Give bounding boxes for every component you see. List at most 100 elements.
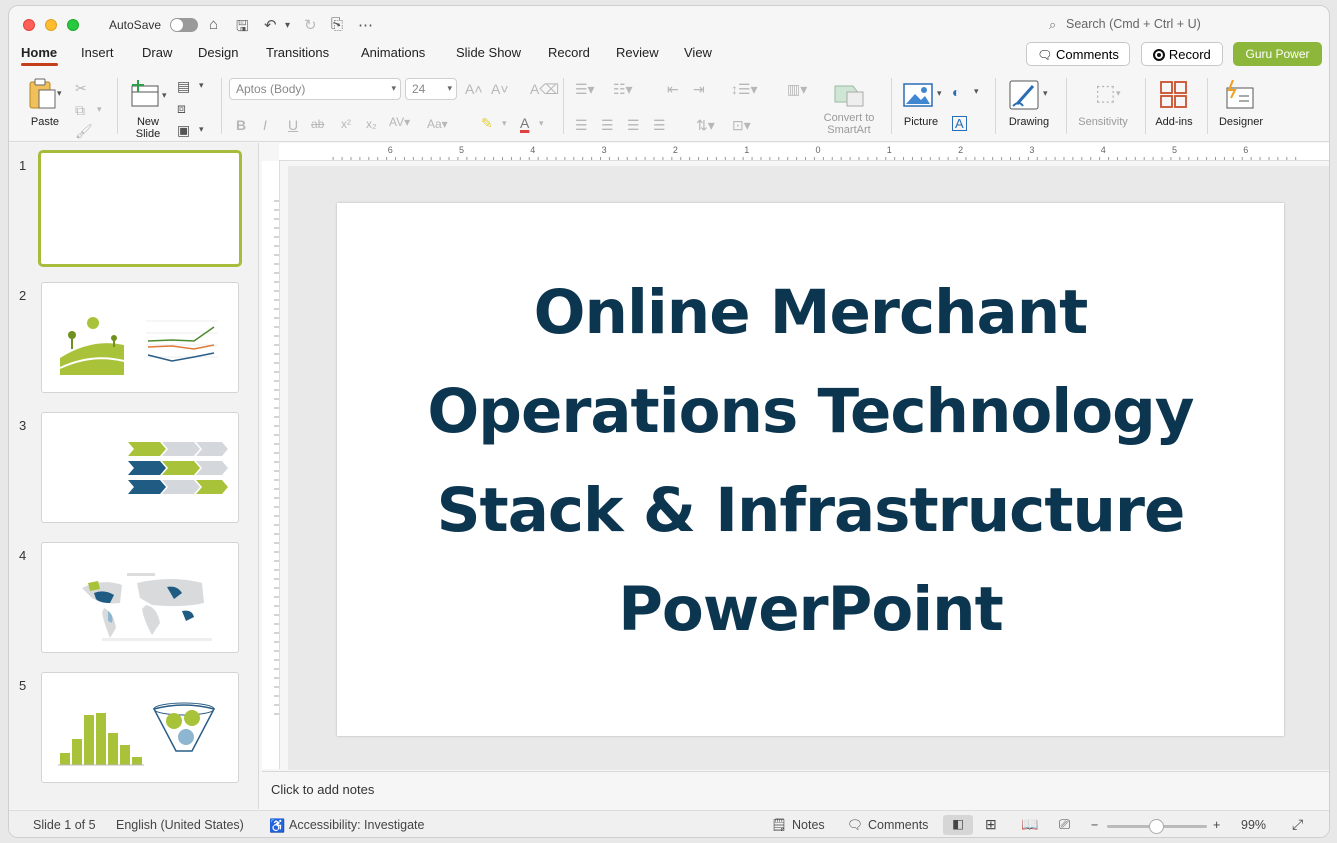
slide-thumbnail-2[interactable] [41, 282, 239, 393]
redo-icon[interactable]: ↻ [304, 16, 317, 34]
tab-design[interactable]: Design [198, 45, 238, 60]
decrease-indent-icon[interactable]: ⇤ [667, 81, 679, 98]
guru-power-button[interactable]: Guru Power [1233, 42, 1322, 66]
layout-dropdown-icon[interactable]: ▾ [199, 80, 204, 91]
tab-draw[interactable]: Draw [142, 45, 172, 60]
highlight-icon[interactable]: ✎ [481, 115, 493, 132]
justify-icon[interactable]: ☰ [653, 117, 666, 134]
save-icon[interactable]: 🖫 [236, 16, 249, 41]
align-right-icon[interactable]: ☰ [627, 117, 640, 134]
bullets-icon[interactable]: ☰▾ [575, 81, 595, 98]
bold-icon[interactable]: B [236, 117, 246, 133]
shapes-icon[interactable]: ◐ [952, 84, 960, 100]
undo-icon[interactable]: ↶ [264, 16, 277, 34]
add-ins-button[interactable]: Add-ins [1149, 76, 1199, 132]
picture-button[interactable]: Picture [899, 76, 943, 132]
normal-view-icon[interactable]: ◧ [943, 815, 973, 835]
comments-button[interactable]: 🗨 Comments [1026, 42, 1130, 66]
search-input[interactable]: Search (Cmd + Ctrl + U) [1066, 17, 1201, 31]
align-text-icon[interactable]: ⊡▾ [732, 117, 751, 134]
current-slide[interactable]: Online Merchant Operations Technology St… [337, 203, 1284, 736]
align-left-icon[interactable]: ☰ [575, 117, 588, 134]
text-box-icon[interactable]: A [952, 116, 967, 131]
section-dropdown-icon[interactable]: ▾ [199, 124, 204, 135]
slideshow-icon[interactable]: ⎚ [1059, 816, 1070, 833]
slide-thumbnail-1[interactable] [38, 150, 242, 267]
italic-icon[interactable]: I [263, 117, 267, 133]
tab-transitions[interactable]: Transitions [266, 45, 329, 60]
accessibility-status[interactable]: Accessibility: Investigate [289, 818, 424, 832]
numbering-icon[interactable]: ☷▾ [613, 81, 633, 98]
zoom-in-icon[interactable]: + [1213, 818, 1220, 832]
record-button[interactable]: Record [1141, 42, 1223, 66]
strikethrough-icon[interactable]: ab [311, 117, 324, 131]
picture-dropdown-icon[interactable]: ▾ [937, 88, 942, 99]
paste-dropdown-icon[interactable]: ▾ [57, 88, 62, 99]
home-icon[interactable]: ⌂ [209, 16, 218, 33]
sensitivity-dropdown-icon[interactable]: ▾ [1116, 88, 1121, 99]
undo-dropdown-icon[interactable]: ▾ [285, 20, 290, 31]
tab-insert[interactable]: Insert [81, 45, 114, 60]
convert-to-smartart-button[interactable]: Convert to SmartArt [817, 80, 881, 138]
zoom-level[interactable]: 99% [1241, 818, 1266, 832]
tab-animations[interactable]: Animations [361, 45, 425, 60]
tab-home[interactable]: Home [21, 45, 57, 60]
new-slide-dropdown-icon[interactable]: ▾ [162, 90, 167, 101]
drawing-dropdown-icon[interactable]: ▾ [1043, 88, 1048, 99]
highlight-dropdown-icon[interactable]: ▾ [502, 118, 507, 129]
tab-review[interactable]: Review [616, 45, 659, 60]
drawing-button[interactable]: Drawing [1003, 76, 1055, 132]
copy-dropdown-icon[interactable]: ▾ [97, 104, 102, 115]
new-slide-button[interactable]: New Slide [125, 76, 171, 140]
font-name-select[interactable]: Aptos (Body) ▾ [229, 78, 401, 100]
superscript-icon[interactable]: x² [341, 117, 351, 131]
section-icon[interactable]: ▣ [177, 122, 190, 139]
align-center-icon[interactable]: ☰ [601, 117, 614, 134]
more-icon[interactable]: ⋯ [358, 16, 373, 34]
font-color-icon[interactable]: A [520, 115, 529, 131]
cut-icon[interactable]: ✂ [75, 80, 87, 97]
layout-icon[interactable]: ▤ [177, 78, 190, 95]
slide-title-textbox[interactable]: Online Merchant Operations Technology St… [377, 263, 1244, 659]
subscript-icon[interactable]: x₂ [366, 117, 377, 131]
slide-thumbnail-4[interactable] [41, 542, 239, 653]
text-direction-icon[interactable]: ⇅▾ [696, 117, 715, 134]
slide-thumbnail-3[interactable] [41, 412, 239, 523]
tab-record[interactable]: Record [548, 45, 590, 60]
zoom-out-icon[interactable]: − [1091, 818, 1098, 832]
character-spacing-icon[interactable]: AV▾ [389, 115, 410, 129]
maximize-window-button[interactable] [67, 19, 79, 31]
clear-formatting-icon[interactable]: A⌫ [530, 81, 559, 98]
increase-indent-icon[interactable]: ⇥ [693, 81, 705, 98]
shapes-dropdown-icon[interactable]: ▾ [974, 86, 979, 97]
line-spacing-icon[interactable]: ↕☰▾ [731, 81, 758, 98]
customize-icon[interactable]: ⎘ [331, 16, 343, 33]
tab-slide-show[interactable]: Slide Show [456, 45, 521, 60]
minimize-window-button[interactable] [45, 19, 57, 31]
columns-icon[interactable]: ▥▾ [787, 81, 807, 98]
comments-toggle-button[interactable]: Comments [868, 818, 928, 832]
font-size-select[interactable]: 24 ▾ [405, 78, 457, 100]
increase-font-icon[interactable]: A˄ [465, 81, 483, 97]
sensitivity-button[interactable]: ⬚ Sensitivity [1071, 76, 1135, 132]
reading-view-icon[interactable]: 📖 [1021, 816, 1038, 833]
close-window-button[interactable] [23, 19, 35, 31]
notes-pane[interactable]: Click to add notes [262, 771, 1329, 809]
underline-icon[interactable]: U [288, 117, 298, 133]
format-painter-icon[interactable]: 🖌 [75, 123, 93, 140]
paste-button[interactable]: Paste [23, 76, 67, 132]
font-color-dropdown-icon[interactable]: ▾ [539, 118, 544, 129]
change-case-icon[interactable]: Aa▾ [427, 117, 448, 131]
decrease-font-icon[interactable]: A˅ [491, 81, 509, 97]
designer-button[interactable]: Designer [1213, 76, 1269, 132]
copy-icon[interactable]: ⧉ [75, 102, 85, 119]
zoom-slider-handle[interactable] [1149, 819, 1164, 834]
notes-toggle-button[interactable]: Notes [792, 818, 825, 832]
language-status[interactable]: English (United States) [116, 818, 244, 832]
fit-to-window-icon[interactable]: ⤢ [1292, 816, 1303, 833]
autosave-toggle[interactable] [170, 18, 198, 32]
slide-thumbnail-5[interactable] [41, 672, 239, 783]
slide-sorter-icon[interactable]: ⊞ [985, 816, 997, 833]
reset-icon[interactable]: ⧈ [177, 100, 186, 117]
tab-view[interactable]: View [684, 45, 712, 60]
